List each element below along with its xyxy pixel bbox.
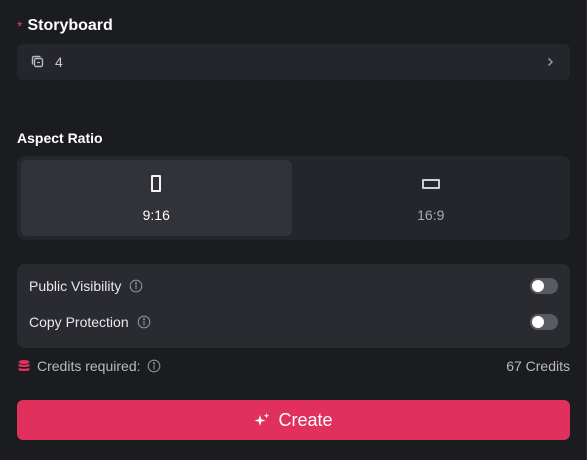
required-mark: * <box>17 18 23 34</box>
storyboard-heading: * Storyboard <box>17 17 113 35</box>
storyboard-title: Storyboard <box>27 17 113 34</box>
info-icon[interactable] <box>129 279 143 293</box>
public-visibility-label: Public Visibility <box>29 278 122 294</box>
credits-amount: 67 Credits <box>506 358 570 374</box>
storyboard-count: 4 <box>55 54 63 70</box>
info-icon[interactable] <box>147 359 161 373</box>
toggle-knob <box>532 316 544 328</box>
info-icon[interactable] <box>137 315 151 329</box>
aspect-option-16-9[interactable]: 16:9 <box>296 160 567 236</box>
aspect-option-label: 16:9 <box>417 206 445 223</box>
aspect-ratio-title: Aspect Ratio <box>17 130 103 146</box>
toggle-knob <box>532 280 544 292</box>
credits-label: Credits required: <box>37 358 141 374</box>
landscape-icon <box>421 174 440 194</box>
copy-protection-row: Copy Protection <box>29 312 558 332</box>
generation-panel: * Storyboard 4 Aspect Ratio 9:16 16:9 Pu… <box>0 0 587 460</box>
sparkle-icon <box>254 412 270 428</box>
public-visibility-toggle[interactable] <box>530 278 558 294</box>
chevron-right-icon <box>544 56 556 68</box>
storyboard-selector[interactable]: 4 <box>17 44 570 80</box>
create-button[interactable]: Create <box>17 400 570 440</box>
public-visibility-row: Public Visibility <box>29 276 558 296</box>
copy-protection-label: Copy Protection <box>29 314 129 330</box>
credits-row: Credits required: 67 Credits <box>17 357 570 375</box>
visibility-settings: Public Visibility Copy Protection <box>17 264 570 348</box>
database-icon <box>17 359 31 373</box>
aspect-option-9-16[interactable]: 9:16 <box>21 160 292 236</box>
aspect-ratio-selector: 9:16 16:9 <box>17 156 570 240</box>
copy-protection-toggle[interactable] <box>530 314 558 330</box>
portrait-icon <box>151 174 162 194</box>
aspect-option-label: 9:16 <box>142 206 170 223</box>
create-button-label: Create <box>278 409 333 430</box>
layers-icon <box>30 54 46 70</box>
